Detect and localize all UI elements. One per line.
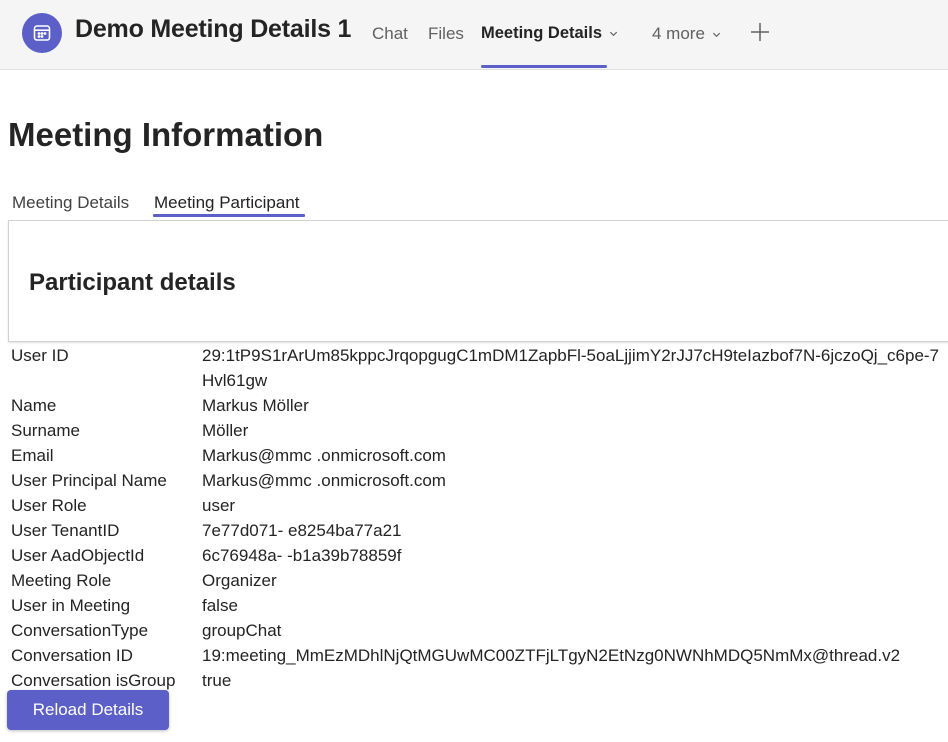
page-title: Meeting Information [8,116,324,153]
detail-key: User ID [11,346,69,365]
detail-row-tenant-id: User TenantID 7e77d071- e8254ba77a21 [11,518,948,543]
detail-row-user-in-meeting: User in Meeting false [11,593,948,618]
detail-key: Name [11,396,57,415]
tab-files[interactable]: Files [428,24,464,44]
calendar-icon [22,13,62,53]
detail-value: Organizer [202,571,277,590]
detail-key: User TenantID [11,521,120,540]
reload-details-button[interactable]: Reload Details [7,690,169,730]
detail-key: Conversation ID [11,646,133,665]
detail-key: Surname [11,421,80,440]
subtab-meeting-participant[interactable]: Meeting Participant [154,193,300,213]
detail-key: User Principal Name [11,471,167,490]
detail-row-surname: Surname Möller [11,418,948,443]
detail-value: 19:meeting_MmEzMDhlNjQtMGUwMC00ZTFjLTgyN… [202,646,901,665]
plus-icon [751,23,769,41]
active-subtab-indicator [153,214,305,217]
detail-row-email: Email Markus@mmc .onmicrosoft.com [11,443,948,468]
detail-key: ConversationType [11,621,149,640]
app-header: Demo Meeting Details 1 Chat Files Meetin… [0,0,948,70]
subtab-meeting-details[interactable]: Meeting Details [12,193,129,213]
detail-row-user-role: User Role user [11,493,948,518]
tab-more-label: 4 more [652,24,705,43]
detail-value: 6c76948a- -b1a39b78859f [202,546,402,565]
detail-row-aad-object-id: User AadObjectId 6c76948a- -b1a39b78859f [11,543,948,568]
tab-meeting-details[interactable]: Meeting Details [481,24,619,43]
tab-chat[interactable]: Chat [372,24,408,44]
detail-key: User AadObjectId [11,546,145,565]
detail-value: 29:1tP9S1rArUm85kppcJrqopgugC1mDM1ZapbFl… [202,346,940,390]
participant-details-list: User ID 29:1tP9S1rArUm85kppcJrqopgugC1mDM… [11,343,948,693]
detail-row-meeting-role: Meeting Role Organizer [11,568,948,593]
detail-key: User Role [11,496,87,515]
chevron-down-icon [609,31,618,37]
detail-row-conversation-type: ConversationType groupChat [11,618,948,643]
detail-key: Meeting Role [11,571,112,590]
detail-row-upn: User Principal Name Markus@mmc .onmicroso… [11,468,948,493]
detail-value: Möller [202,421,249,440]
participant-details-card: Participant details [8,220,948,342]
detail-key: Email [11,446,54,465]
tab-more[interactable]: 4 more [652,24,722,44]
card-title: Participant details [29,269,236,296]
detail-value: false [202,596,238,615]
detail-value: 7e77d071- e8254ba77a21 [202,521,402,540]
add-tab-button[interactable] [749,21,771,43]
detail-key: User in Meeting [11,596,131,615]
tab-meeting-details-label: Meeting Details [481,24,603,42]
meeting-title: Demo Meeting Details 1 [75,15,352,43]
detail-value: groupChat [202,621,282,640]
detail-value: true [202,671,232,690]
detail-value: Markus Möller [202,396,309,415]
detail-value: user [202,496,236,515]
detail-row-name: Name Markus Möller [11,393,948,418]
active-tab-indicator [481,65,607,68]
chevron-down-icon [712,32,721,38]
detail-value: Markus@mmc .onmicrosoft.com [202,471,446,490]
detail-row-user-id: User ID 29:1tP9S1rArUm85kppcJrqopgugC1mDM… [11,343,948,393]
detail-value: Markus@mmc .onmicrosoft.com [202,446,446,465]
detail-row-conversation-id: Conversation ID 19:meeting_MmEzMDhlNjQtMG… [11,643,948,668]
